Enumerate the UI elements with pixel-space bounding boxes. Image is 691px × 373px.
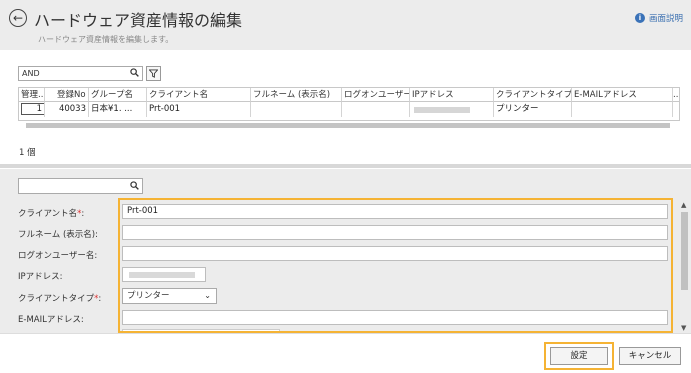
client-name-label: クライアント名*: — [18, 209, 85, 219]
cancel-button[interactable]: キャンセル — [619, 347, 681, 365]
filter-icon — [149, 69, 158, 78]
search-icon[interactable] — [130, 181, 139, 190]
column-header-more[interactable]: ... — [673, 88, 679, 102]
list-search-input[interactable] — [19, 67, 122, 80]
column-header-ip[interactable]: IPアドレス — [410, 88, 494, 102]
table-cell-email[interactable] — [572, 102, 673, 117]
help-link[interactable]: i 画面説明 — [634, 12, 683, 24]
column-header-client-type[interactable]: クライアントタイプ — [494, 88, 572, 102]
column-header-group[interactable]: グループ名 — [89, 88, 147, 102]
column-header-fullname[interactable]: フルネーム (表示名) — [251, 88, 342, 102]
email-label: E-MAILアドレス: — [18, 315, 84, 325]
back-arrow-icon[interactable]: ← — [9, 9, 27, 27]
detail-vertical-scrollbar[interactable]: ▲ ▼ — [679, 200, 690, 333]
page-subtitle: ハードウェア資産情報を編集します。 — [38, 35, 174, 44]
list-search-box — [18, 66, 143, 81]
info-icon: i — [634, 13, 645, 23]
manage-cell-input[interactable]: 1 — [21, 103, 44, 115]
highlight-frame-set-button — [544, 342, 614, 370]
search-icon[interactable] — [130, 68, 139, 77]
table-cell-manage[interactable]: 1 — [19, 102, 45, 117]
column-header-client[interactable]: クライアント名 — [147, 88, 251, 102]
table-cell-fullname[interactable] — [251, 102, 342, 117]
ip-address-label: IPアドレス: — [18, 272, 63, 282]
logon-user-label: ログオンユーザー名: — [18, 251, 98, 261]
result-count: 1 個 — [19, 148, 36, 158]
column-header-manage[interactable]: 管理... — [19, 88, 45, 102]
table-horizontal-scrollbar[interactable] — [18, 121, 680, 130]
scroll-down-icon[interactable]: ▼ — [681, 324, 686, 332]
table-cell-client-type[interactable]: プリンター — [494, 102, 572, 117]
redacted-ip-block — [414, 107, 470, 113]
scroll-up-icon[interactable]: ▲ — [681, 201, 686, 209]
table-cell-logon-user[interactable] — [342, 102, 410, 117]
help-link-label: 画面説明 — [648, 14, 683, 24]
table-cell-ip[interactable] — [410, 102, 494, 117]
table-cell-client[interactable]: Prt-001 — [147, 102, 251, 117]
panel-splitter[interactable] — [0, 164, 691, 168]
table-cell-reg-no[interactable]: 40033 — [45, 102, 89, 117]
column-header-email[interactable]: E-MAILアドレス — [572, 88, 673, 102]
filter-button[interactable] — [146, 66, 161, 81]
asset-table: 管理... 登録No グループ名 クライアント名 フルネーム (表示名) ログオ… — [18, 87, 680, 121]
column-header-reg-no[interactable]: 登録No — [45, 88, 89, 102]
client-type-label: クライアントタイプ*: — [18, 294, 102, 304]
fullname-label: フルネーム (表示名): — [18, 230, 98, 240]
page-title: ハードウェア資産情報の編集 — [34, 11, 243, 30]
detail-search-box — [18, 178, 143, 194]
detail-search-input[interactable] — [19, 179, 122, 193]
table-cell-group[interactable]: 日本¥1. ... — [89, 102, 147, 117]
highlight-frame-fields — [118, 198, 673, 333]
column-header-logon-user[interactable]: ログオンユーザー... — [342, 88, 410, 102]
